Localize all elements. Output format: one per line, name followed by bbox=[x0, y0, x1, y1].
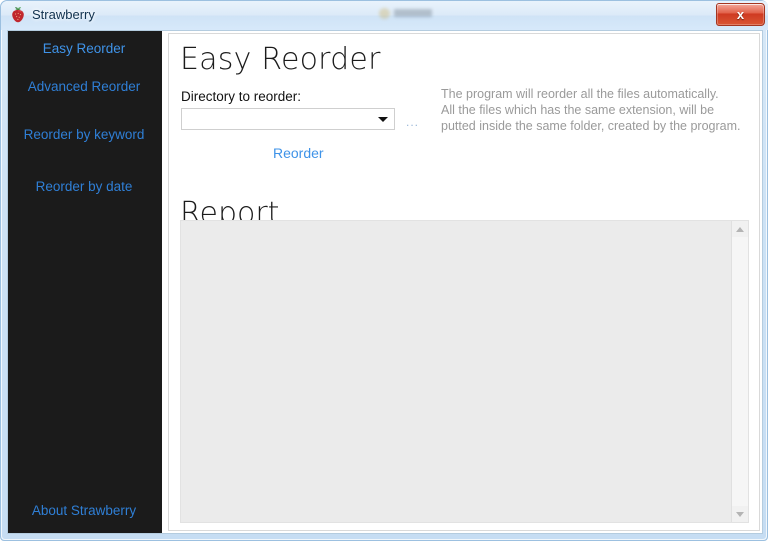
chevron-down-icon[interactable] bbox=[378, 117, 388, 122]
close-icon: x bbox=[736, 6, 745, 22]
directory-label: Directory to reorder: bbox=[181, 89, 302, 104]
sidebar-item-reorder-by-date[interactable]: Reorder by date bbox=[10, 179, 158, 194]
directory-combobox[interactable] bbox=[181, 108, 395, 130]
reorder-button[interactable]: Reorder bbox=[273, 145, 324, 161]
client-area: Easy Reorder Advanced Reorder Reorder by… bbox=[7, 30, 763, 534]
report-output-area[interactable] bbox=[180, 220, 749, 523]
title-bar[interactable]: Strawberry x bbox=[1, 1, 768, 30]
report-scrollbar[interactable] bbox=[731, 221, 748, 522]
titlebar-ghost-artifact bbox=[379, 6, 441, 20]
sidebar-item-about-strawberry[interactable]: About Strawberry bbox=[10, 503, 158, 518]
hint-line-1: The program will reorder all the files a… bbox=[441, 87, 719, 101]
app-window: Strawberry x Easy Reorder Advanced Reord… bbox=[0, 0, 768, 541]
content-panel: Easy Reorder Directory to reorder: ... R… bbox=[168, 33, 760, 531]
strawberry-icon bbox=[9, 6, 27, 24]
close-button[interactable]: x bbox=[716, 3, 765, 26]
window-title: Strawberry bbox=[32, 7, 95, 22]
sidebar: Easy Reorder Advanced Reorder Reorder by… bbox=[8, 31, 162, 533]
page-title: Easy Reorder bbox=[180, 42, 381, 77]
scroll-down-icon[interactable] bbox=[732, 506, 748, 522]
sidebar-item-advanced-reorder[interactable]: Advanced Reorder bbox=[10, 79, 158, 94]
hint-line-2: All the files which has the same extensi… bbox=[441, 103, 715, 117]
sidebar-item-easy-reorder[interactable]: Easy Reorder bbox=[10, 41, 158, 56]
report-scrollbar-track[interactable] bbox=[732, 237, 748, 506]
sidebar-item-reorder-by-keyword[interactable]: Reorder by keyword bbox=[10, 127, 158, 142]
directory-input[interactable] bbox=[182, 109, 374, 129]
hint-line-3: putted inside the same folder, created b… bbox=[441, 119, 741, 133]
browse-button[interactable]: ... bbox=[406, 116, 419, 128]
hint-text: The program will reorder all the files a… bbox=[441, 86, 753, 134]
scroll-up-icon[interactable] bbox=[732, 221, 748, 237]
